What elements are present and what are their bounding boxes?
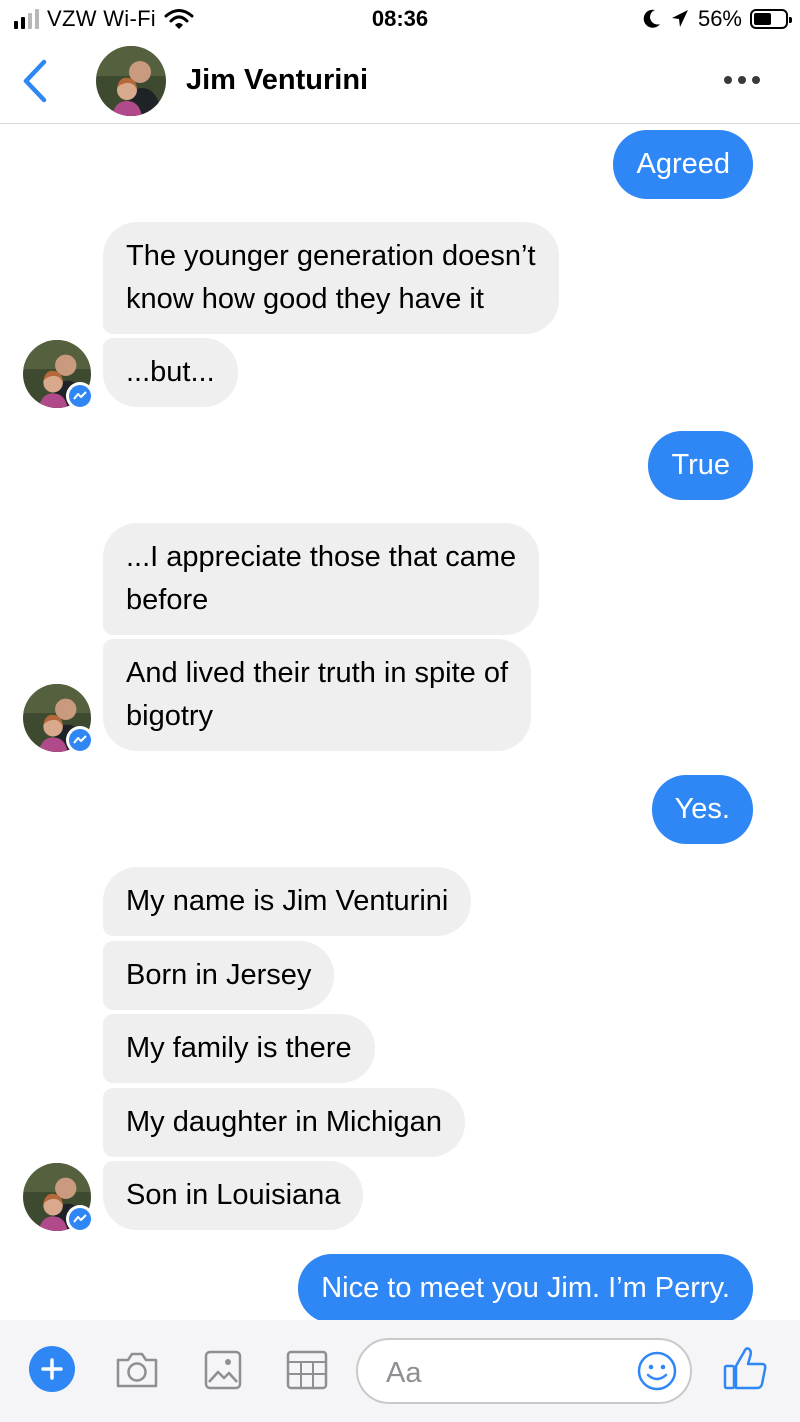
message-bubble-incoming[interactable]: ...but... xyxy=(103,338,238,407)
message-bubble-incoming[interactable]: Born in Jersey xyxy=(103,941,335,1010)
camera-icon[interactable] xyxy=(114,1348,160,1392)
battery-icon xyxy=(750,9,792,29)
location-arrow-icon xyxy=(671,10,688,27)
back-button[interactable] xyxy=(16,56,56,106)
plus-icon xyxy=(41,1358,63,1380)
message-text: My family is there xyxy=(126,1032,352,1064)
more-horizontal-icon xyxy=(724,76,732,84)
thumbs-up-icon[interactable] xyxy=(722,1344,770,1392)
status-bar: VZW Wi-Fi 08:36 56% xyxy=(0,0,800,40)
message-input[interactable]: Aa xyxy=(356,1338,692,1404)
message-bubble-incoming[interactable]: And lived their truth in spite of bigotr… xyxy=(103,639,532,751)
message-text: Son in Louisiana xyxy=(126,1179,341,1211)
message-text-line: And lived their truth in spite of xyxy=(126,657,509,689)
status-right: 56% xyxy=(642,6,792,32)
battery-percent: 56% xyxy=(697,6,742,31)
message-text: Yes. xyxy=(674,793,730,825)
message-bubble-incoming[interactable]: My daughter in Michigan xyxy=(103,1088,465,1157)
sender-avatar[interactable] xyxy=(23,1163,94,1233)
message-bubble-incoming[interactable]: The younger generation doesn’t know how … xyxy=(103,222,559,334)
message-text: True xyxy=(671,449,730,481)
more-actions-button[interactable] xyxy=(29,1346,75,1392)
message-bubble-incoming[interactable]: Son in Louisiana xyxy=(103,1161,364,1230)
message-bubble-incoming[interactable]: My family is there xyxy=(103,1014,375,1083)
message-bubble-incoming[interactable]: My name is Jim Venturini xyxy=(103,867,472,936)
composer-bar: Aa xyxy=(0,1320,800,1422)
messenger-badge-icon xyxy=(66,1205,94,1233)
profile-photo xyxy=(96,46,166,116)
message-text-line: before xyxy=(126,584,209,616)
sender-avatar[interactable] xyxy=(23,340,94,410)
conversation-thread[interactable]: Agreed The younger generation doesn’t kn… xyxy=(0,125,800,1320)
message-text: My daughter in Michigan xyxy=(126,1106,442,1138)
message-input-placeholder: Aa xyxy=(386,1357,422,1389)
message-bubble-outgoing[interactable]: Yes. xyxy=(651,775,753,844)
messenger-chat-screen: VZW Wi-Fi 08:36 56% Jim Venturini Agreed… xyxy=(0,0,800,1422)
sender-avatar[interactable] xyxy=(23,684,94,754)
messenger-badge-icon xyxy=(66,382,94,410)
chat-header: Jim Venturini xyxy=(0,40,800,124)
battery-level xyxy=(754,13,771,25)
contact-avatar[interactable] xyxy=(96,46,166,116)
message-text: ...but... xyxy=(126,356,215,388)
message-text-line: ...I appreciate those that came xyxy=(126,541,517,573)
message-text: My name is Jim Venturini xyxy=(126,885,449,917)
message-text-line: know how good they have it xyxy=(126,283,484,315)
message-text-line: bigotry xyxy=(126,700,214,732)
message-bubble-outgoing[interactable]: Agreed xyxy=(613,130,753,199)
message-bubble-outgoing[interactable]: True xyxy=(648,431,753,500)
calendar-icon[interactable] xyxy=(284,1348,330,1392)
messenger-badge-icon xyxy=(66,726,94,754)
moon-icon xyxy=(643,9,660,28)
contact-name[interactable]: Jim Venturini xyxy=(186,64,368,97)
message-bubble-outgoing[interactable]: Nice to meet you Jim. I’m Perry. xyxy=(298,1254,753,1320)
image-icon[interactable] xyxy=(200,1348,246,1392)
emoji-icon[interactable] xyxy=(636,1350,678,1392)
message-text: Agreed xyxy=(636,148,730,180)
message-text: Born in Jersey xyxy=(126,959,312,991)
message-text: Nice to meet you Jim. I’m Perry. xyxy=(321,1272,730,1304)
message-text-line: The younger generation doesn’t xyxy=(126,240,536,272)
more-options-button[interactable] xyxy=(724,70,760,90)
message-bubble-incoming[interactable]: ...I appreciate those that came before xyxy=(103,523,540,635)
